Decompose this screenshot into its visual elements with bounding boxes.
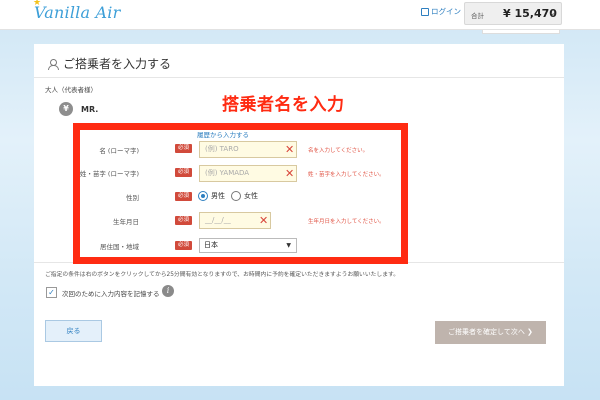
chevron-down-icon: ⌄ — [549, 8, 557, 18]
remember-checkbox[interactable]: ✓ — [46, 287, 57, 298]
gender-male-radio[interactable]: 男性 — [198, 191, 225, 201]
total-label: 合計 — [471, 12, 484, 20]
caret-down-icon: ▼ — [286, 242, 291, 249]
required-badge: 必須 — [175, 216, 192, 225]
back-button[interactable]: 戻る — [45, 320, 102, 342]
required-badge: 必須 — [175, 241, 192, 250]
birthdate-label: 生年月日 — [113, 218, 139, 226]
last-name-label: 姓・苗字 (ローマ字) — [79, 170, 139, 178]
person-icon — [48, 58, 59, 70]
gender-female-label: 女性 — [244, 192, 258, 200]
total-price-dropdown[interactable]: 合計 ¥ 15,470 ⌄ — [464, 2, 562, 25]
required-badge: 必須 — [175, 192, 192, 201]
title-prefix: MR. — [81, 105, 99, 114]
first-name-input[interactable]: (例) TARO — [199, 141, 297, 158]
login-icon — [421, 7, 429, 16]
section-title: ご搭乗者を入力する — [48, 55, 171, 72]
radio-empty-icon — [231, 191, 241, 201]
clear-icon[interactable]: ✕ — [285, 168, 294, 179]
logo-star-icon: ★ — [33, 0, 42, 8]
required-badge: 必須 — [175, 144, 192, 153]
remember-label: 次回のために入力内容を記憶する — [62, 290, 160, 298]
divider — [34, 77, 564, 78]
required-badge: 必須 — [175, 168, 192, 177]
confirm-passenger-button[interactable]: ご搭乗者を確定して次へ ❯ — [435, 321, 546, 344]
annotation-title: 搭乗者名を入力 — [222, 95, 345, 115]
first-name-label: 名 (ローマ字) — [99, 147, 139, 155]
validity-notice: ご指定の条件は右のボタンをクリックしてから25分間有効となりますので、お時間内に… — [45, 272, 400, 278]
gender-label: 性別 — [126, 194, 139, 202]
clear-icon[interactable]: ✕ — [285, 144, 294, 155]
clear-icon[interactable]: ✕ — [259, 215, 268, 226]
country-label: 居住国・地域 — [100, 243, 139, 251]
info-icon[interactable]: i — [162, 285, 174, 297]
avatar: ¥ — [59, 102, 73, 116]
country-select[interactable]: 日本 ▼ — [199, 238, 297, 253]
divider — [34, 262, 564, 263]
last-name-error: 姓・苗字を入力してください。 — [308, 172, 385, 178]
vanilla-air-logo[interactable]: Vanilla Air — [34, 3, 120, 22]
gender-male-label: 男性 — [211, 192, 225, 200]
gender-female-radio[interactable]: 女性 — [231, 191, 258, 201]
section-title-text: ご搭乗者を入力する — [63, 57, 172, 71]
radio-selected-icon — [198, 191, 208, 201]
country-select-value: 日本 — [204, 241, 218, 249]
header-dropdown-stub — [482, 30, 560, 34]
birthdate-error: 生年月日を入力してください。 — [308, 219, 385, 225]
passenger-type-label: 大人（代表者様） — [45, 86, 97, 94]
last-name-input[interactable]: (例) YAMADA — [199, 165, 297, 182]
history-input-link[interactable]: 履歴から入力する — [197, 129, 249, 139]
login-label: ログイン — [431, 7, 461, 16]
first-name-error: 名を入力してください。 — [308, 148, 369, 154]
login-link[interactable]: ログイン — [421, 6, 461, 17]
top-header: Vanilla Air ★ ログイン 合計 ¥ 15,470 ⌄ — [0, 0, 600, 30]
